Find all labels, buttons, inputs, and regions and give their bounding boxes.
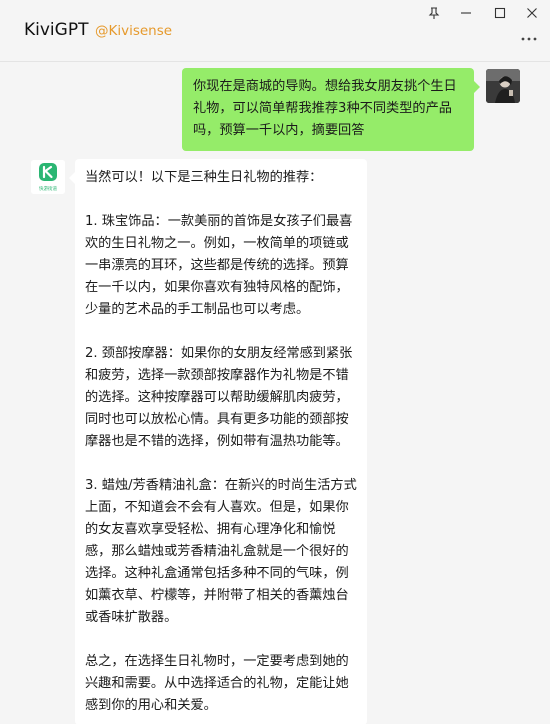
app-subtitle: @Kivisense — [95, 23, 173, 39]
close-icon[interactable] — [521, 4, 543, 22]
bot-paragraph-intro: 当然可以！以下是三种生日礼物的推荐： — [85, 170, 323, 185]
maximize-icon[interactable] — [489, 4, 511, 22]
bot-paragraph-2: 2. 颈部按摩器：如果你的女朋友经常感到紧张和疲劳，选择一款颈部按摩器作为礼物是… — [85, 346, 353, 449]
kivisense-logo-icon: 快游街道 — [31, 160, 65, 194]
pin-icon[interactable] — [423, 4, 445, 22]
user-message-text: 你现在是商城的导购。想给我女朋友挑个生日礼物，可以简单帮我推荐3种不同类型的产品… — [193, 79, 457, 138]
bot-paragraph-1: 1. 珠宝饰品：一款美丽的首饰是女孩子们最喜欢的生日礼物之一。例如，一枚简单的项… — [85, 214, 353, 317]
app-title: KiviGPT — [24, 20, 89, 40]
bot-paragraph-summary: 总之，在选择生日礼物时，一定要考虑到她的兴趣和需要。从中选择适合的礼物，定能让她… — [85, 654, 349, 713]
bot-logo-text: 快游街道 — [39, 185, 57, 192]
minimize-icon[interactable] — [455, 4, 477, 22]
user-avatar[interactable] — [486, 69, 520, 103]
bot-paragraph-3: 3. 蜡烛/芳香精油礼盒：在新兴的时尚生活方式上面，不知道会不会有人喜欢。但是，… — [85, 478, 357, 625]
title-bar: KiviGPT @Kivisense — [0, 0, 550, 62]
user-message-bubble: 你现在是商城的导购。想给我女朋友挑个生日礼物，可以简单帮我推荐3种不同类型的产品… — [182, 68, 480, 151]
bot-avatar[interactable]: 快游街道 — [31, 160, 65, 194]
more-icon[interactable] — [516, 30, 542, 48]
bot-message-bubble: 当然可以！以下是三种生日礼物的推荐： 1. 珠宝饰品：一款美丽的首饰是女孩子们最… — [69, 159, 367, 724]
